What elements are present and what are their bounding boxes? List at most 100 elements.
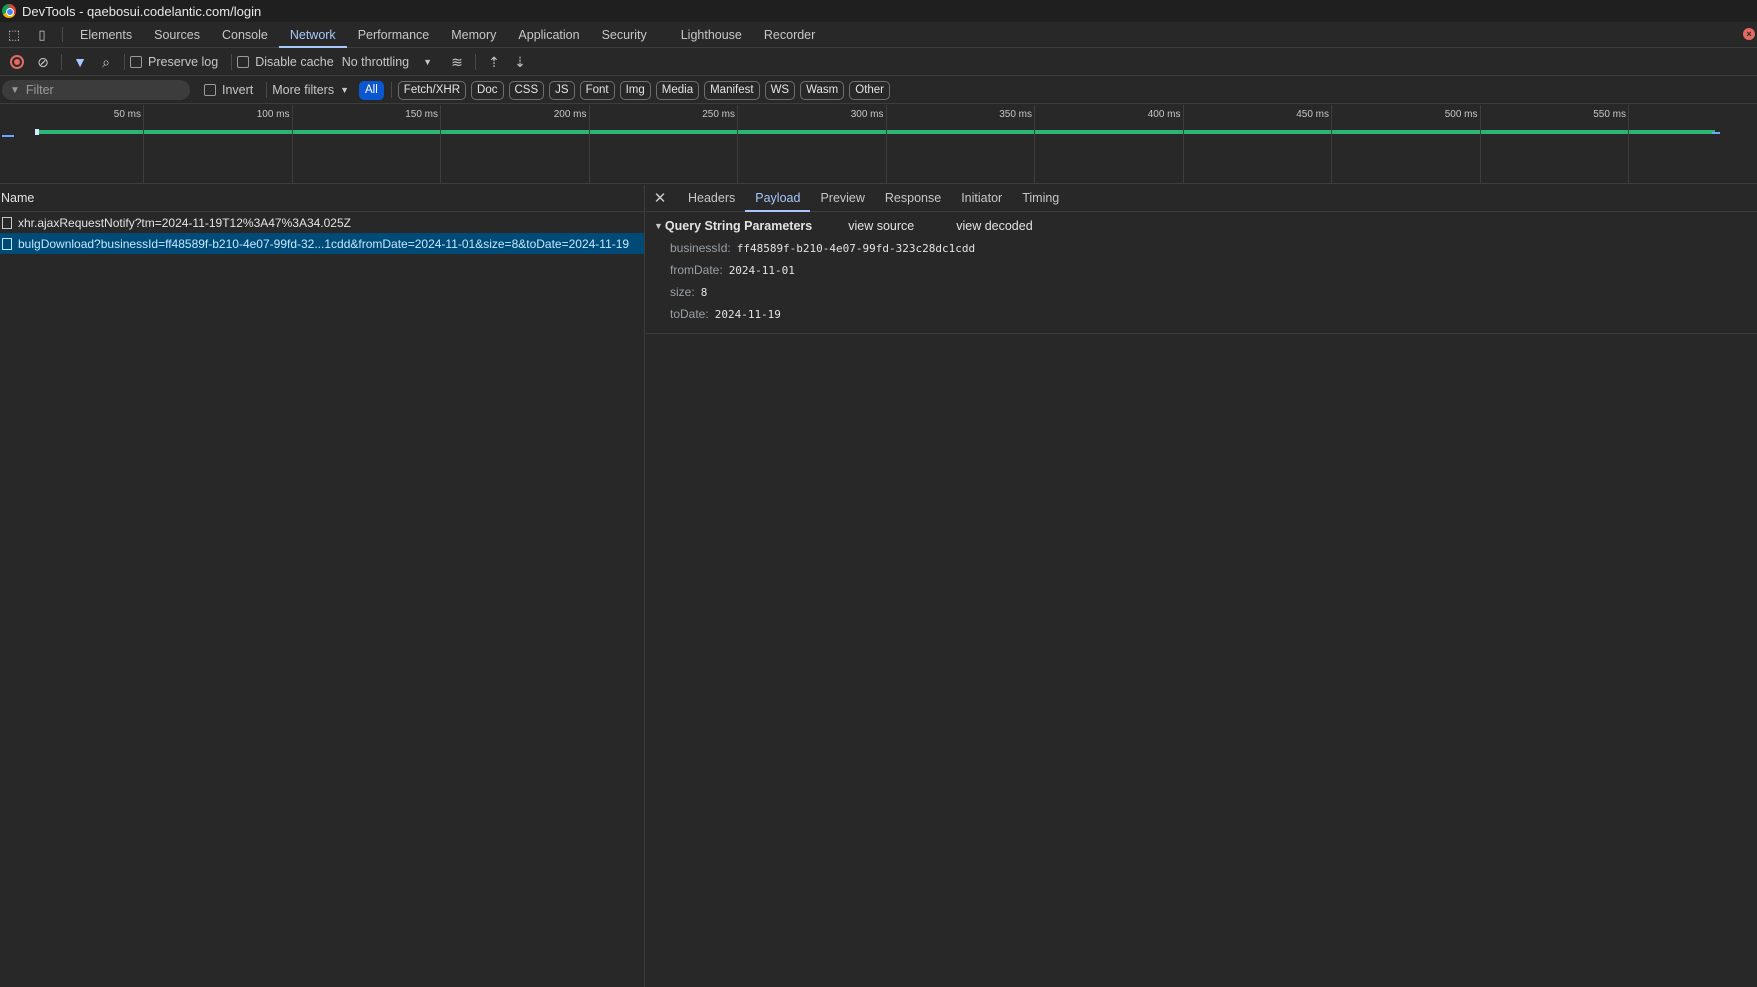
error-close-icon[interactable]: × [1743,28,1755,40]
param-row: toDate: 2024-11-19 [654,303,1757,325]
param-value: ff48589f-b210-4e07-99fd-323c28dc1cdd [736,241,976,255]
checkbox-box[interactable] [130,56,142,68]
export-har-button[interactable]: ⇣ [507,51,533,73]
param-key: size: [670,285,695,299]
tab-network[interactable]: Network [278,22,347,48]
request-list-pane: Name xhr.ajaxRequestNotify?tm=2024-11-19… [0,185,645,987]
type-filter-ws[interactable]: WS [764,80,796,100]
close-detail-button[interactable]: ✕ [646,185,674,211]
request-name: xhr.ajaxRequestNotify?tm=2024-11-19T12%3… [18,215,351,230]
more-filters-label: More filters [272,83,335,97]
upload-icon: ⇡ [488,53,500,70]
tab-application[interactable]: Application [507,22,590,47]
filter-toggle-button[interactable]: ▼ [67,51,93,73]
type-filter-manifest[interactable]: Manifest [704,80,760,100]
filter-input[interactable]: ▼ Filter [2,80,190,100]
tab-performance[interactable]: Performance [347,22,441,47]
timeline-grid-line [291,105,293,183]
network-conditions-button[interactable]: ≋ [444,51,470,73]
network-toolbar: ⊘ ▼ ⌕ Preserve log Disable cache No thro… [0,49,1757,76]
tabbar-divider [62,27,63,42]
tab-console[interactable]: Console [211,22,279,47]
view-decoded-link[interactable]: view decoded [956,219,1032,233]
timeline-tick-label: 200 ms [553,109,587,120]
timeline-grid-line [1331,105,1332,183]
timeline-grid-line [1034,105,1035,183]
timeline-grid-line [1479,105,1481,183]
param-row: fromDate: 2024-11-01 [654,259,1757,281]
disable-cache-label: Disable cache [255,55,334,69]
search-button[interactable]: ⌕ [93,51,119,73]
network-overview-timeline[interactable]: 50 ms 100 ms 150 ms 200 ms 250 ms 300 ms 350 m… [0,105,1757,184]
name-column-header[interactable]: Name [0,185,644,212]
timeline-tick-label: 500 ms [1444,109,1478,120]
request-name: bulgDownload?businessId=ff48589f-b210-4e… [18,236,630,251]
more-filters-dropdown[interactable]: More filters ▼ [272,83,349,97]
triangle-down-icon[interactable]: ▼ [654,221,663,231]
timeline-tick-label: 100 ms [256,109,290,120]
toolbar-divider [124,54,125,70]
type-filter-all[interactable]: All [359,80,384,100]
type-filter-doc[interactable]: Doc [471,80,504,100]
type-filter-wasm[interactable]: Wasm [800,80,845,100]
query-string-title: Query String Parameters [664,219,813,233]
tab-payload[interactable]: Payload [745,185,811,212]
funnel-icon: ▼ [73,54,87,70]
checkbox-box[interactable] [204,84,216,96]
timeline-grid-line [588,105,590,183]
tab-response[interactable]: Response [875,185,951,211]
type-filter-img[interactable]: Img [619,80,651,100]
clear-button[interactable]: ⊘ [30,51,56,73]
device-toolbar-icon[interactable]: ▯ [28,22,56,47]
tab-headers[interactable]: Headers [678,185,745,211]
param-key: businessId: [670,241,731,255]
waterfall-bar-blue [2,135,14,137]
type-filter-css[interactable]: CSS [508,80,545,100]
tab-security[interactable]: Security [591,22,658,47]
checkbox-box[interactable] [237,56,250,68]
record-button[interactable] [4,51,30,73]
type-filter-fetch-xhr[interactable]: Fetch/XHR [397,80,467,100]
type-filter-other[interactable]: Other [849,80,891,100]
toolbar-divider [475,54,477,70]
tab-sources[interactable]: Sources [143,22,211,47]
timeline-tick-label: 350 ms [999,109,1032,120]
param-value: 2024-11-19 [714,307,781,321]
filter-bar: ▼ Filter Invert More filters ▼ All Fetch… [0,77,1757,104]
preserve-log-checkbox[interactable]: Preserve log [130,55,218,69]
close-icon: ✕ [653,190,667,207]
throttling-select[interactable]: No throttling ▼ [342,55,432,69]
query-string-section: ▼ Query String Parameters view source vi… [646,212,1757,334]
tab-timing[interactable]: Timing [1012,185,1069,211]
throttling-value: No throttling [341,55,410,69]
type-filter-js[interactable]: JS [549,80,575,100]
type-filter-media[interactable]: Media [655,80,700,100]
request-row-selected[interactable]: bulgDownload?businessId=ff48589f-b210-4e… [0,233,644,254]
request-row[interactable]: xhr.ajaxRequestNotify?tm=2024-11-19T12%3… [0,212,644,233]
timeline-grid-line [1182,105,1184,183]
detail-tabbar: ✕ Headers Payload Preview Response Initi… [646,185,1757,212]
inspect-element-icon[interactable]: ⬚ [0,22,28,47]
preserve-log-label: Preserve log [148,55,219,69]
invert-checkbox[interactable]: Invert [204,83,253,97]
type-filter-font[interactable]: Font [579,80,615,100]
tab-lighthouse[interactable]: Lighthouse [670,22,753,47]
import-har-button[interactable]: ⇡ [481,51,507,73]
timeline-tick-label: 250 ms [702,109,735,120]
tab-elements[interactable]: Elements [69,22,143,47]
param-key: toDate: [670,307,709,321]
window-titlebar: DevTools - qaebosui.codelantic.com/login [0,0,1757,22]
disable-cache-checkbox[interactable]: Disable cache [237,55,334,69]
timeline-grid-line [440,105,441,183]
tab-memory[interactable]: Memory [440,22,507,47]
tab-preview[interactable]: Preview [810,185,874,211]
toolbar-divider [231,54,233,70]
tab-recorder[interactable]: Recorder [753,22,826,47]
tab-initiator[interactable]: Initiator [951,185,1012,211]
filter-placeholder: Filter [25,83,54,97]
request-detail-pane: ✕ Headers Payload Preview Response Initi… [646,185,1757,987]
timeline-grid-line [1628,105,1629,183]
query-string-header[interactable]: ▼ Query String Parameters view source vi… [654,218,1757,234]
timeline-tick-label: 50 ms [113,109,141,120]
view-source-link[interactable]: view source [848,219,914,233]
